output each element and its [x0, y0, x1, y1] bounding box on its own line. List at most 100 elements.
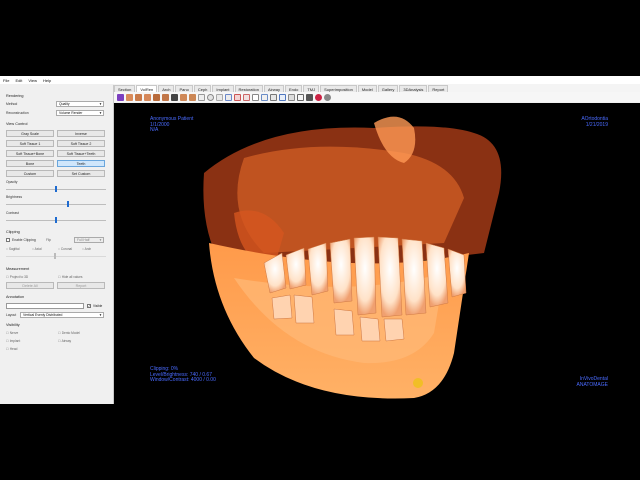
tab-implant[interactable]: Implant — [212, 85, 234, 92]
application-window: File Edit View Help Section VolRen Arch … — [0, 76, 640, 404]
clip-mode-select[interactable]: Full Half ▼ — [74, 237, 104, 243]
opacity-slider-thumb[interactable] — [55, 186, 57, 192]
delete-all-button[interactable]: Delete All — [6, 282, 54, 289]
hide-all-values-checkbox[interactable]: ☐ Hide all values — [58, 275, 82, 279]
menu-help[interactable]: Help — [43, 78, 51, 83]
clipping-slider[interactable] — [6, 253, 106, 259]
project-to-3d-checkbox[interactable]: ☐ Project to 3D — [6, 275, 28, 279]
note-icon[interactable] — [252, 93, 259, 101]
report-button[interactable]: Report — [57, 282, 105, 289]
angle-icon[interactable] — [225, 93, 232, 101]
face-front-icon[interactable] — [126, 93, 133, 101]
brightness-slider-thumb[interactable] — [67, 201, 69, 207]
grid-icon[interactable] — [297, 93, 304, 101]
clip-axial-label: Axial — [34, 247, 42, 251]
clip-sagittal-option[interactable]: ○ Sagittal — [6, 247, 19, 251]
settings-icon[interactable] — [324, 93, 331, 101]
jaw-icon[interactable] — [189, 93, 196, 101]
scan-date: 1/21/2019 — [585, 121, 608, 128]
ruler-icon[interactable] — [216, 93, 223, 101]
clip-mode-value: Full Half — [77, 238, 90, 242]
soft-tissue-teeth-button[interactable]: Soft Tissue+Teeth — [57, 150, 105, 157]
set-custom-button[interactable]: Set Custom — [57, 170, 105, 177]
sculpt-icon[interactable] — [315, 93, 322, 101]
clip-arch-option[interactable]: ○ Arch — [82, 247, 91, 251]
volume-render-viewport[interactable]: Anonymous Patient 1/1/2000 N/A AOrtodont… — [114, 103, 640, 404]
view-control-title: View Control — [6, 122, 28, 126]
tab-endo[interactable]: Endo — [285, 85, 303, 92]
soft-tissue-2-button[interactable]: Soft Tissue 2 — [57, 140, 105, 147]
tab-volren[interactable]: VolRen — [136, 85, 158, 92]
contrast-slider[interactable] — [6, 217, 106, 223]
tab-airway[interactable]: Airway — [263, 85, 284, 92]
reconstruction-select[interactable]: Volume Render ▼ — [56, 110, 104, 116]
visible-checkbox[interactable]: ✓ — [87, 304, 91, 308]
face-right-icon[interactable] — [144, 93, 151, 101]
dento-model-checkbox[interactable]: ☐ Dento Model — [58, 331, 80, 335]
zoom-icon[interactable] — [207, 93, 214, 101]
annotation-input[interactable] — [6, 303, 84, 309]
tab-tmj[interactable]: TMJ — [303, 85, 320, 92]
menu-view[interactable]: View — [28, 78, 37, 83]
toolbar — [114, 92, 640, 102]
enable-clipping-checkbox[interactable] — [6, 238, 10, 242]
measurement-title: Measurement — [6, 267, 30, 271]
distance-icon[interactable] — [234, 93, 241, 101]
clip-axial-option[interactable]: ○ Axial — [32, 247, 42, 251]
reconstruction-value: Volume Render — [59, 111, 83, 115]
custom-button[interactable]: Custom — [6, 170, 54, 177]
select-icon[interactable] — [198, 93, 205, 101]
face-left-icon[interactable] — [135, 93, 142, 101]
tab-pano[interactable]: Pano — [175, 85, 193, 92]
teeth-button[interactable]: Teeth — [57, 160, 105, 167]
face-top-icon[interactable] — [153, 93, 160, 101]
brand-logo: InVivoDental ANATOMAGE — [576, 376, 609, 388]
tab-report[interactable]: Report — [428, 85, 449, 92]
pan-icon[interactable] — [288, 93, 295, 101]
face-bottom-icon[interactable] — [162, 93, 169, 101]
brightness-label: Brightness — [6, 195, 23, 199]
menu-file[interactable]: File — [3, 78, 9, 83]
implant-checkbox[interactable]: ☐ Implant — [6, 339, 20, 343]
curve-icon[interactable] — [261, 93, 268, 101]
skull-icon[interactable] — [180, 93, 187, 101]
clipping-slider-thumb[interactable] — [54, 253, 56, 259]
tab-restoration[interactable]: Restoration — [234, 85, 263, 92]
menu-edit[interactable]: Edit — [15, 78, 22, 83]
tab-3danalysis[interactable]: 3DAnalysis — [399, 85, 428, 92]
brightness-slider[interactable] — [6, 201, 106, 207]
airway-checkbox[interactable]: ☐ Airway — [58, 339, 71, 343]
reset-view-icon[interactable] — [117, 93, 124, 101]
inverse-button[interactable]: Inverse — [57, 130, 105, 137]
arrow-icon[interactable] — [243, 93, 250, 101]
bone-button[interactable]: Bone — [6, 160, 54, 167]
dental-volume-rendering — [203, 116, 502, 399]
gray-scale-button[interactable]: Gray Scale — [6, 130, 54, 137]
nerve-checkbox[interactable]: ☐ Nerve — [6, 331, 18, 335]
opacity-slider[interactable] — [6, 186, 106, 192]
tab-section[interactable]: Section — [114, 85, 136, 92]
clip-sagittal-label: Sagittal — [8, 247, 20, 251]
clip-coronal-option[interactable]: ○ Coronal — [58, 247, 72, 251]
tab-bar: Section VolRen Arch Pano Ceph Implant Re… — [114, 84, 640, 92]
contrast-slider-thumb[interactable] — [55, 217, 57, 223]
layout-select[interactable]: Vertical Evenly Distributed ▼ — [20, 312, 104, 318]
chevron-down-icon: ▼ — [99, 111, 102, 115]
method-select[interactable]: Quality ▼ — [56, 101, 104, 107]
soft-tissue-1-button[interactable]: Soft Tissue 1 — [6, 140, 54, 147]
crosshair-icon[interactable] — [279, 93, 286, 101]
soft-tissue-bone-button[interactable]: Soft Tissue+Bone — [6, 150, 54, 157]
camera-icon[interactable] — [306, 93, 313, 101]
patient-info: Anonymous Patient 1/1/2000 N/A — [150, 116, 193, 134]
tab-gallery[interactable]: Gallery — [377, 85, 399, 92]
tab-superimposition[interactable]: Superimposition — [320, 85, 357, 92]
brand-company: ANATOMAGE — [576, 381, 609, 388]
control-panel: Rendering Method Quality ▼ Reconstructio… — [0, 85, 114, 404]
tab-arch[interactable]: Arch — [158, 85, 175, 92]
face-back-icon[interactable] — [171, 93, 178, 101]
volume-icon[interactable] — [270, 93, 277, 101]
tab-ceph[interactable]: Ceph — [193, 85, 212, 92]
tab-model[interactable]: Model — [357, 85, 377, 92]
head-checkbox[interactable]: ☐ Head — [6, 347, 17, 351]
implant-label: Implant — [9, 339, 21, 343]
